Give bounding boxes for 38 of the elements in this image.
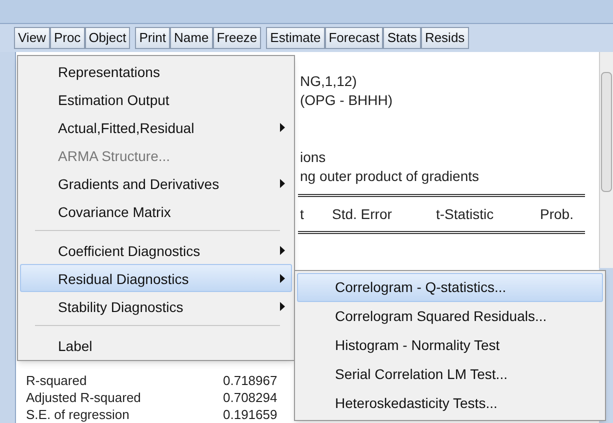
output-text: ng outer product of gradients [300, 168, 480, 184]
toolbar-button[interactable]: Resids [420, 27, 469, 49]
toolbar-button[interactable]: Print [135, 27, 170, 49]
toolbar-button[interactable]: Forecast [324, 27, 384, 49]
toolbar-button[interactable]: Stats [383, 27, 421, 49]
menu-item[interactable]: Estimation Output [20, 85, 292, 113]
menu-item[interactable]: Correlogram Squared Residuals... [297, 302, 603, 331]
menu-item[interactable]: Residual Diagnostics [20, 264, 292, 292]
stat-value: 0.718967 [223, 372, 278, 389]
menu-item[interactable]: Stability Diagnostics [20, 292, 292, 320]
menu-item[interactable]: Histogram - Normality Test [297, 331, 603, 360]
stat-label: R-squared [26, 372, 88, 389]
menu-item[interactable]: Heteroskedasticity Tests... [297, 389, 603, 418]
stat-value: 0.708294 [223, 389, 278, 406]
output-text: NG,1,12) [300, 73, 357, 89]
toolbar-button[interactable]: Object [84, 27, 130, 49]
menu-item[interactable]: Correlogram - Q-statistics... [297, 273, 603, 302]
menu-item[interactable]: Covariance Matrix [20, 197, 292, 225]
column-header: Std. Error [332, 204, 393, 224]
menu-item[interactable]: Serial Correlation LM Test... [297, 360, 603, 389]
menu-item[interactable]: Actual,Fitted,Residual [20, 113, 292, 141]
menu-item[interactable]: Coefficient Diagnostics [20, 236, 292, 264]
output-text: (OPG - BHHH) [300, 92, 393, 108]
menu-item[interactable]: Representations [20, 57, 292, 85]
toolbar-button[interactable]: Estimate [266, 27, 325, 49]
toolbar-button[interactable]: Name [170, 27, 213, 49]
stat-label: S.E. of regression [26, 406, 130, 423]
toolbar-button[interactable]: Freeze [212, 27, 262, 49]
menu-item[interactable]: Gradients and Derivatives [20, 169, 292, 197]
column-header: Prob. [540, 204, 574, 224]
toolbar-button[interactable]: Proc [50, 27, 85, 49]
stat-value: 0.191659 [223, 406, 278, 423]
output-text: ions [300, 149, 326, 165]
toolbar-button[interactable]: View [14, 27, 50, 49]
column-header: t [300, 204, 305, 224]
column-header: t-Statistic [436, 204, 495, 224]
menu-item[interactable]: Label [20, 331, 292, 359]
stat-label: Adjusted R-squared [26, 389, 142, 406]
